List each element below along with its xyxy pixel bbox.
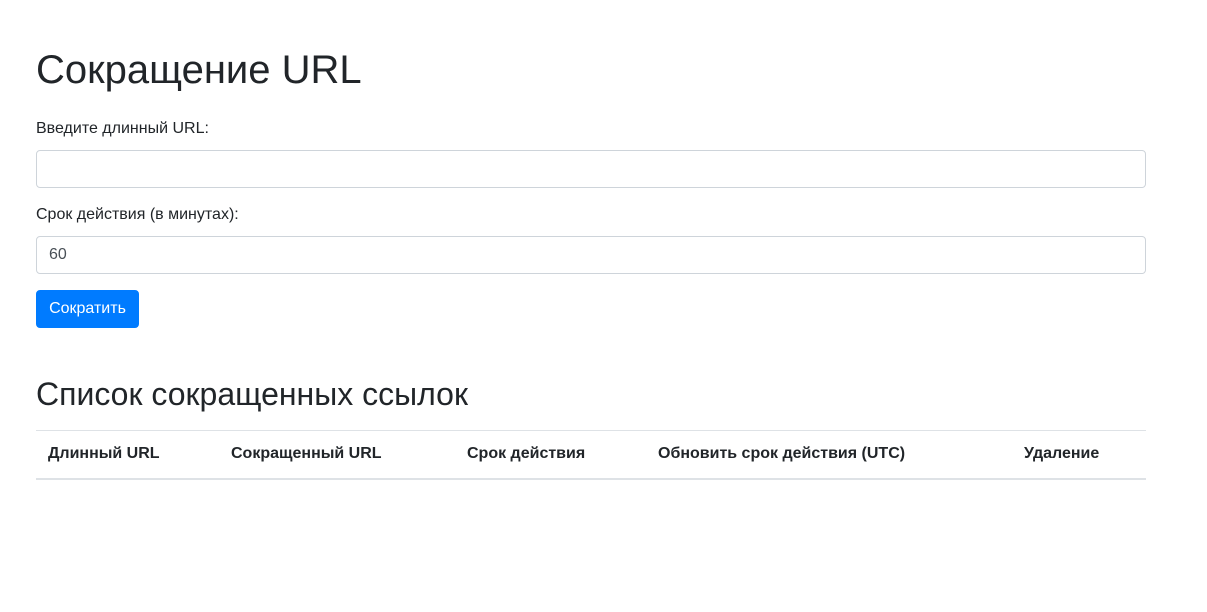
- column-header-expiration: Срок действия: [455, 430, 646, 480]
- links-list-title: Список сокращенных ссылок: [36, 376, 468, 412]
- long-url-input[interactable]: [36, 150, 1146, 188]
- links-table: Длинный URL Сокращенный URL Срок действи…: [36, 430, 1146, 480]
- long-url-label: Введите длинный URL:: [36, 120, 209, 137]
- shorten-button[interactable]: Сократить: [36, 290, 139, 328]
- expiration-label: Срок действия (в минутах):: [36, 206, 239, 223]
- column-header-delete: Удаление: [1012, 430, 1146, 480]
- table-header-row: Длинный URL Сокращенный URL Срок действи…: [36, 430, 1146, 480]
- column-header-update-expiration: Обновить срок действия (UTC): [646, 430, 1012, 480]
- column-header-long-url: Длинный URL: [36, 430, 219, 480]
- column-header-short-url: Сокращенный URL: [219, 430, 455, 480]
- expiration-input[interactable]: [36, 236, 1146, 274]
- page-title: Сокращение URL: [36, 48, 362, 92]
